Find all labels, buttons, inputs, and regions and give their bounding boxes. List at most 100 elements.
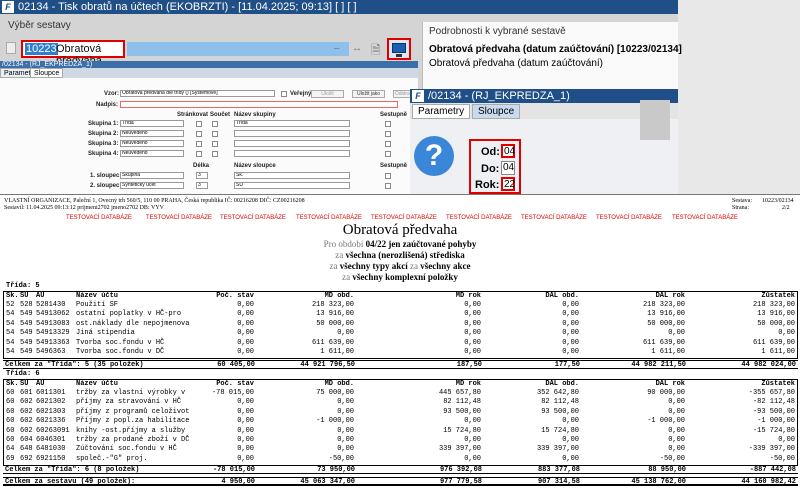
monitor-icon[interactable] — [387, 38, 411, 60]
table-cell: 13 916,00 — [316, 310, 354, 319]
arrows-icon[interactable]: ↔ — [352, 43, 362, 54]
skupina-3-select[interactable]: Neuvedeno — [120, 140, 184, 147]
strana-value: 2/2 — [782, 205, 790, 211]
table-cell: 0,00 — [237, 398, 254, 407]
ulozit-button[interactable]: Uložit — [311, 90, 344, 98]
sloupec-1-select[interactable]: Skupina — [120, 172, 184, 179]
table-cell: 60 — [6, 436, 15, 444]
ulozit-jako-button[interactable]: Uložit jako — [352, 90, 385, 98]
sloupec-2-select[interactable]: Syntetický účet — [120, 182, 184, 189]
strana-label: Strana: — [732, 205, 749, 211]
vzor-select[interactable]: Obratová předvaha dle třídy () [Systémov… — [120, 90, 275, 97]
sloupec-1-sestupne[interactable] — [385, 173, 391, 179]
table-cell: 0,00 — [464, 454, 481, 463]
app-logo-icon: F — [2, 1, 14, 13]
table-cell: 602 — [20, 398, 33, 407]
skupina-3-strankovat[interactable] — [196, 141, 202, 147]
sloupec-2-delka[interactable]: 3 — [196, 182, 208, 189]
sloupec-2-sestupne[interactable] — [385, 183, 391, 189]
do-input[interactable]: 04 — [501, 161, 515, 175]
skupina-2-select[interactable]: Neuvedeno — [120, 130, 184, 137]
od-input[interactable]: 04 — [501, 144, 515, 158]
table-cell: 90 000,00 — [647, 389, 685, 397]
skupina-2-sestupne[interactable] — [385, 131, 391, 137]
table-cell: 15 724,80 — [443, 426, 481, 435]
subwindow-title: /02134 - (RJ_EKPREDZA_1) — [2, 61, 93, 68]
subwindow-body: Vzor: Obratová předvaha dle třídy () [Sy… — [0, 78, 418, 194]
skupina-4-sestupne[interactable] — [385, 151, 391, 157]
tab-sloupce[interactable]: Sloupce — [472, 104, 521, 119]
table-cell: 0,00 — [237, 319, 254, 328]
skupina-3-sestupne[interactable] — [385, 141, 391, 147]
table-cell: 64 — [6, 445, 15, 454]
table-cell: 54913083 — [36, 319, 70, 328]
table-cell: 602 — [20, 417, 33, 426]
tab-parametry[interactable]: Parametry — [412, 104, 471, 119]
table-cell: 0,00 — [562, 310, 579, 319]
sestava-selector[interactable]: 10223 Obratová předvaha — [21, 40, 125, 67]
table-cell: příjmy za stravování v HČ — [76, 398, 182, 407]
minus-icon[interactable]: – — [334, 43, 340, 54]
skupina-4-strankovat[interactable] — [196, 151, 202, 157]
table-cell: 549 — [20, 348, 33, 356]
skupina-4-soucet[interactable] — [212, 151, 218, 157]
verejny-checkbox[interactable] — [281, 91, 287, 97]
table-row: 54 549 54913083 ost.náklady dle nepojmenova… — [4, 320, 797, 329]
table-cell: 0,00 — [337, 329, 354, 338]
table-cell: -93 500,00 — [752, 407, 795, 416]
col-header-sestupne-2: Sestupně — [380, 163, 408, 169]
table-cell: -339 397,00 — [748, 445, 795, 454]
sloupec-1-nazev[interactable]: Sk. — [234, 172, 350, 179]
table-cell: 604 — [20, 436, 33, 444]
table-cell: -50,00 — [659, 454, 685, 463]
skupina-3-nazev[interactable] — [234, 140, 350, 147]
skupina-3-soucet[interactable] — [212, 141, 218, 147]
do-label: Do: — [481, 163, 500, 175]
skupina-1-nazev[interactable]: Třída — [234, 120, 350, 127]
table-cell: 0,00 — [237, 454, 254, 463]
table-cell: 1 611,00 — [320, 348, 354, 356]
class-6-label: Třída: 6 — [6, 370, 40, 378]
table-cell: Použití SF — [76, 301, 119, 309]
subwindow-tabs: Parametry Sloupce — [0, 68, 418, 78]
table-cell: 0,00 — [562, 319, 579, 328]
expand-icon[interactable] — [6, 42, 16, 54]
podrobnosti-title: Podrobnosti k vybrané sestavě — [429, 26, 566, 37]
table-cell: 0,00 — [668, 398, 685, 407]
table-cell: 1 611,00 — [651, 348, 685, 356]
vyber-sestavy-title: Výběr sestavy — [8, 20, 71, 31]
skupina-2-nazev[interactable] — [234, 130, 350, 137]
table-cell: Příjmy z popl.za habilitace — [76, 417, 190, 426]
skupina-1-strankovat[interactable] — [196, 121, 202, 127]
col-header-sestupne: Sestupně — [380, 112, 408, 118]
rok-input[interactable]: 22 — [501, 177, 515, 191]
test-label: TESTOVACÍ DATABÁZE — [371, 215, 437, 221]
table-cell: 69 — [6, 454, 15, 463]
sloupec-2-nazev[interactable]: SÚ — [234, 182, 350, 189]
skupina-4-nazev[interactable] — [234, 150, 350, 157]
table-cell: 0,00 — [668, 407, 685, 416]
table-cell: 611 639,00 — [642, 338, 685, 347]
document-icon[interactable]: 🗎 — [371, 41, 381, 62]
skupina-4-select[interactable]: Neuvedeno — [120, 150, 184, 157]
table-cell: -50,00 — [769, 454, 795, 463]
table-cell: 0,00 — [562, 301, 579, 309]
sestava-value: 10223/02134 — [762, 198, 794, 204]
table-cell: 0,00 — [337, 436, 354, 444]
skupina-1-select[interactable]: Třída — [120, 120, 184, 127]
table-cell: -15 724,80 — [752, 426, 795, 435]
table-cell: 0,00 — [562, 338, 579, 347]
sloupec-1-delka[interactable]: 3 — [196, 172, 208, 179]
class-6-total: Celkem za "Třída": 6 (8 položek) -78 015… — [3, 465, 798, 474]
sestava-label: Sestava: — [732, 198, 752, 204]
tab-sloupce-small[interactable]: Sloupce — [30, 68, 64, 78]
table-cell: 0,00 — [237, 338, 254, 347]
skupina-1-soucet[interactable] — [212, 121, 218, 127]
table-cell: 60 — [6, 426, 15, 435]
test-label: TESTOVACÍ DATABÁZE — [66, 215, 132, 221]
table-cell: 60 — [6, 407, 15, 416]
skupina-2-strankovat[interactable] — [196, 131, 202, 137]
nadpis-input[interactable] — [120, 101, 398, 108]
skupina-2-soucet[interactable] — [212, 131, 218, 137]
skupina-1-sestupne[interactable] — [385, 121, 391, 127]
